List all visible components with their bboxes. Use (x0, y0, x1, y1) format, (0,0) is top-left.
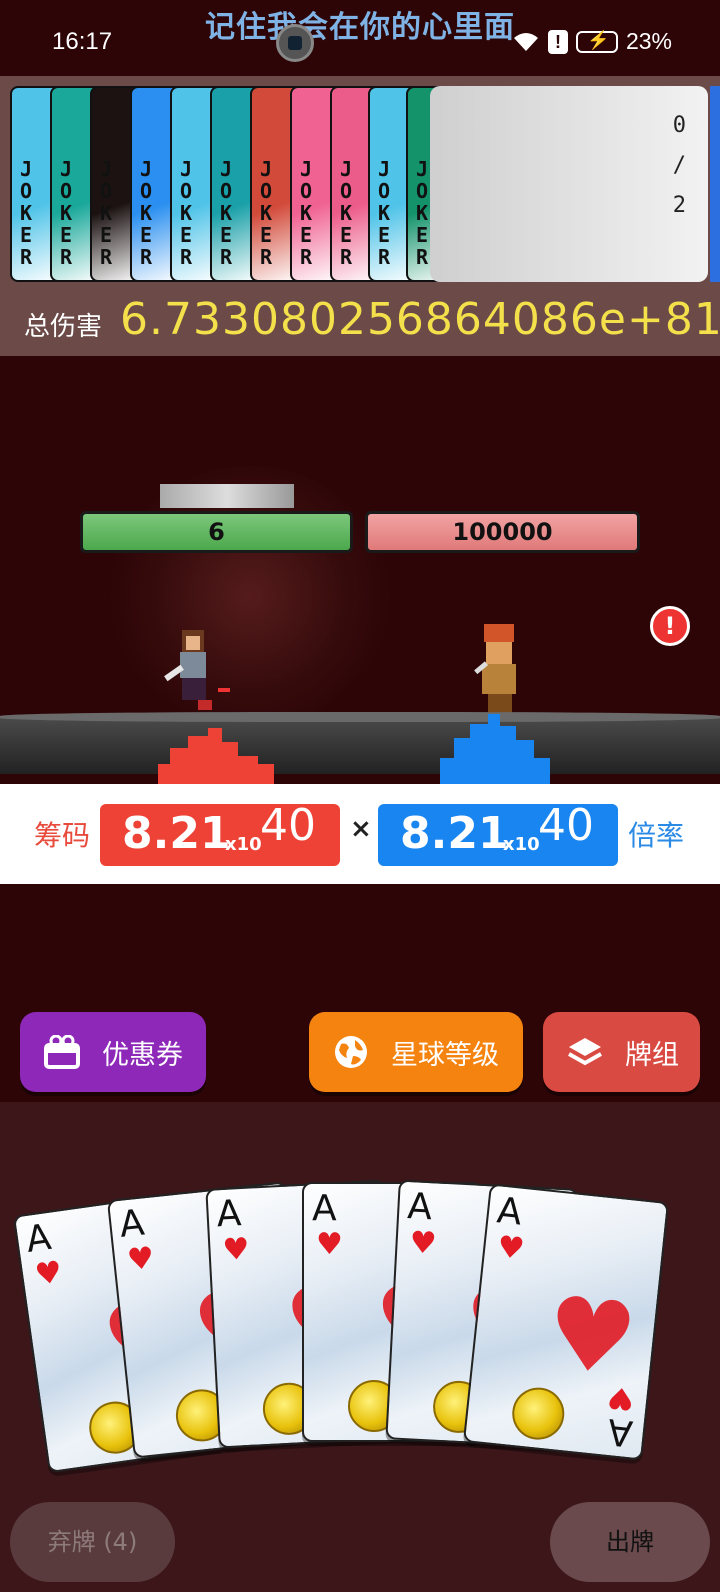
total-damage-bar: 总伤害 6.733080256864086e+81 (0, 294, 720, 356)
joker-card-text: JOKER (340, 157, 353, 269)
joker-tray: JOKER JOKER JOKER JOKER JOKER JOKER JOKER JOKER… (0, 76, 720, 294)
enemy-hp-bar: 100000 (365, 511, 640, 553)
card-rank: A (23, 1216, 54, 1261)
total-damage-value: 6.733080256864086e+81 (120, 294, 720, 345)
card-rank: A (312, 1188, 337, 1229)
heart-icon: ♥ (540, 1273, 643, 1400)
player-hp-bar: 6 (80, 511, 353, 553)
clock: 16:17 (52, 28, 113, 55)
warning-icon[interactable]: ! (650, 606, 690, 646)
status-icons: ! 23% (512, 28, 672, 55)
heart-icon: ♥ (125, 1240, 156, 1279)
multiply-sign: × (350, 814, 372, 844)
heart-icon: ♥ (316, 1227, 343, 1262)
joker-card-text: JOKER (140, 157, 153, 269)
heart-icon: ♥ (32, 1254, 65, 1294)
mult-flame (440, 714, 550, 788)
chips-base: x10 (225, 834, 262, 855)
mult-mantissa: 8.21 (400, 808, 509, 859)
total-damage-label: 总伤害 (24, 312, 103, 342)
mult-exponent: 40 (538, 800, 594, 851)
card-rank: A (215, 1193, 243, 1236)
chips-flame (158, 728, 274, 788)
card-rank: A (495, 1190, 524, 1234)
joker-card-text: JOKER (60, 157, 73, 269)
floating-app-icon[interactable] (276, 24, 314, 62)
joker-card-text: JOKER (260, 157, 273, 269)
mult-label: 倍率 (628, 819, 685, 852)
joker-card-text: JOKER (378, 157, 391, 269)
joker-card-text: JOKER (100, 157, 113, 269)
heart-icon: ♥ (495, 1229, 527, 1268)
deck-button[interactable]: 牌组 (543, 1012, 700, 1092)
status-bar: 记住我会在你的心里面 16:17 ! 23% (0, 0, 720, 76)
notification-alert-icon: ! (547, 29, 568, 54)
chips-label: 筹码 (34, 819, 91, 852)
joker-card-text: JOKER (20, 157, 33, 269)
joker-card-edge[interactable] (710, 86, 720, 282)
layers-icon (565, 1032, 605, 1072)
globe-icon (331, 1032, 371, 1072)
gift-icon (42, 1032, 82, 1072)
game-screen: 记住我会在你的心里面 16:17 ! 23% JOKERJOKERJOKERJO… (0, 0, 720, 1592)
chips-exponent: 40 (260, 800, 316, 851)
planet-level-button-label: 星球等级 (391, 1039, 499, 1071)
battery-percent: 23% (625, 28, 672, 54)
chips-mantissa: 8.21 (122, 808, 231, 859)
wifi-icon (512, 31, 540, 53)
rocky-ground (0, 712, 720, 774)
coupon-button[interactable]: 优惠券 (20, 1012, 206, 1092)
joker-slot-panel[interactable]: 0/2 (430, 86, 708, 282)
enemy-sprite (474, 624, 516, 714)
heart-icon: ♥ (408, 1225, 438, 1262)
mult-base: x10 (503, 834, 540, 855)
deck-button-label: 牌组 (625, 1039, 679, 1071)
score-bar: 筹码 8.21 x10 40 × 8.21 x10 40 倍率 (0, 784, 720, 884)
coupon-button-label: 优惠券 (102, 1039, 183, 1071)
battery-icon (575, 30, 618, 53)
joker-slot-count: 0/2 (673, 106, 686, 226)
heart-icon: ♥ (605, 1378, 637, 1417)
hero-sprite (164, 630, 230, 710)
joker-card-text: JOKER (180, 157, 193, 269)
background-moon (160, 484, 294, 508)
gold-coin-icon (509, 1385, 567, 1443)
planet-level-button[interactable]: 星球等级 (309, 1012, 523, 1092)
heart-icon: ♥ (221, 1231, 251, 1269)
card-rank: A (406, 1185, 434, 1229)
joker-card-text: JOKER (220, 157, 233, 269)
joker-slot-count-text: 0/2 (672, 113, 686, 218)
joker-card-text: JOKER (300, 157, 313, 269)
mult-value: 8.21 x10 40 (378, 800, 618, 866)
card-rank: A (117, 1202, 147, 1246)
card-rank: A (606, 1410, 635, 1454)
chips-value: 8.21 x10 40 (100, 800, 340, 866)
discard-button[interactable]: 弃牌 (4) (10, 1502, 175, 1582)
playing-card[interactable]: A ♥ ♥ ♥ A (462, 1183, 670, 1461)
play-hand-button[interactable]: 出牌 (550, 1502, 710, 1582)
